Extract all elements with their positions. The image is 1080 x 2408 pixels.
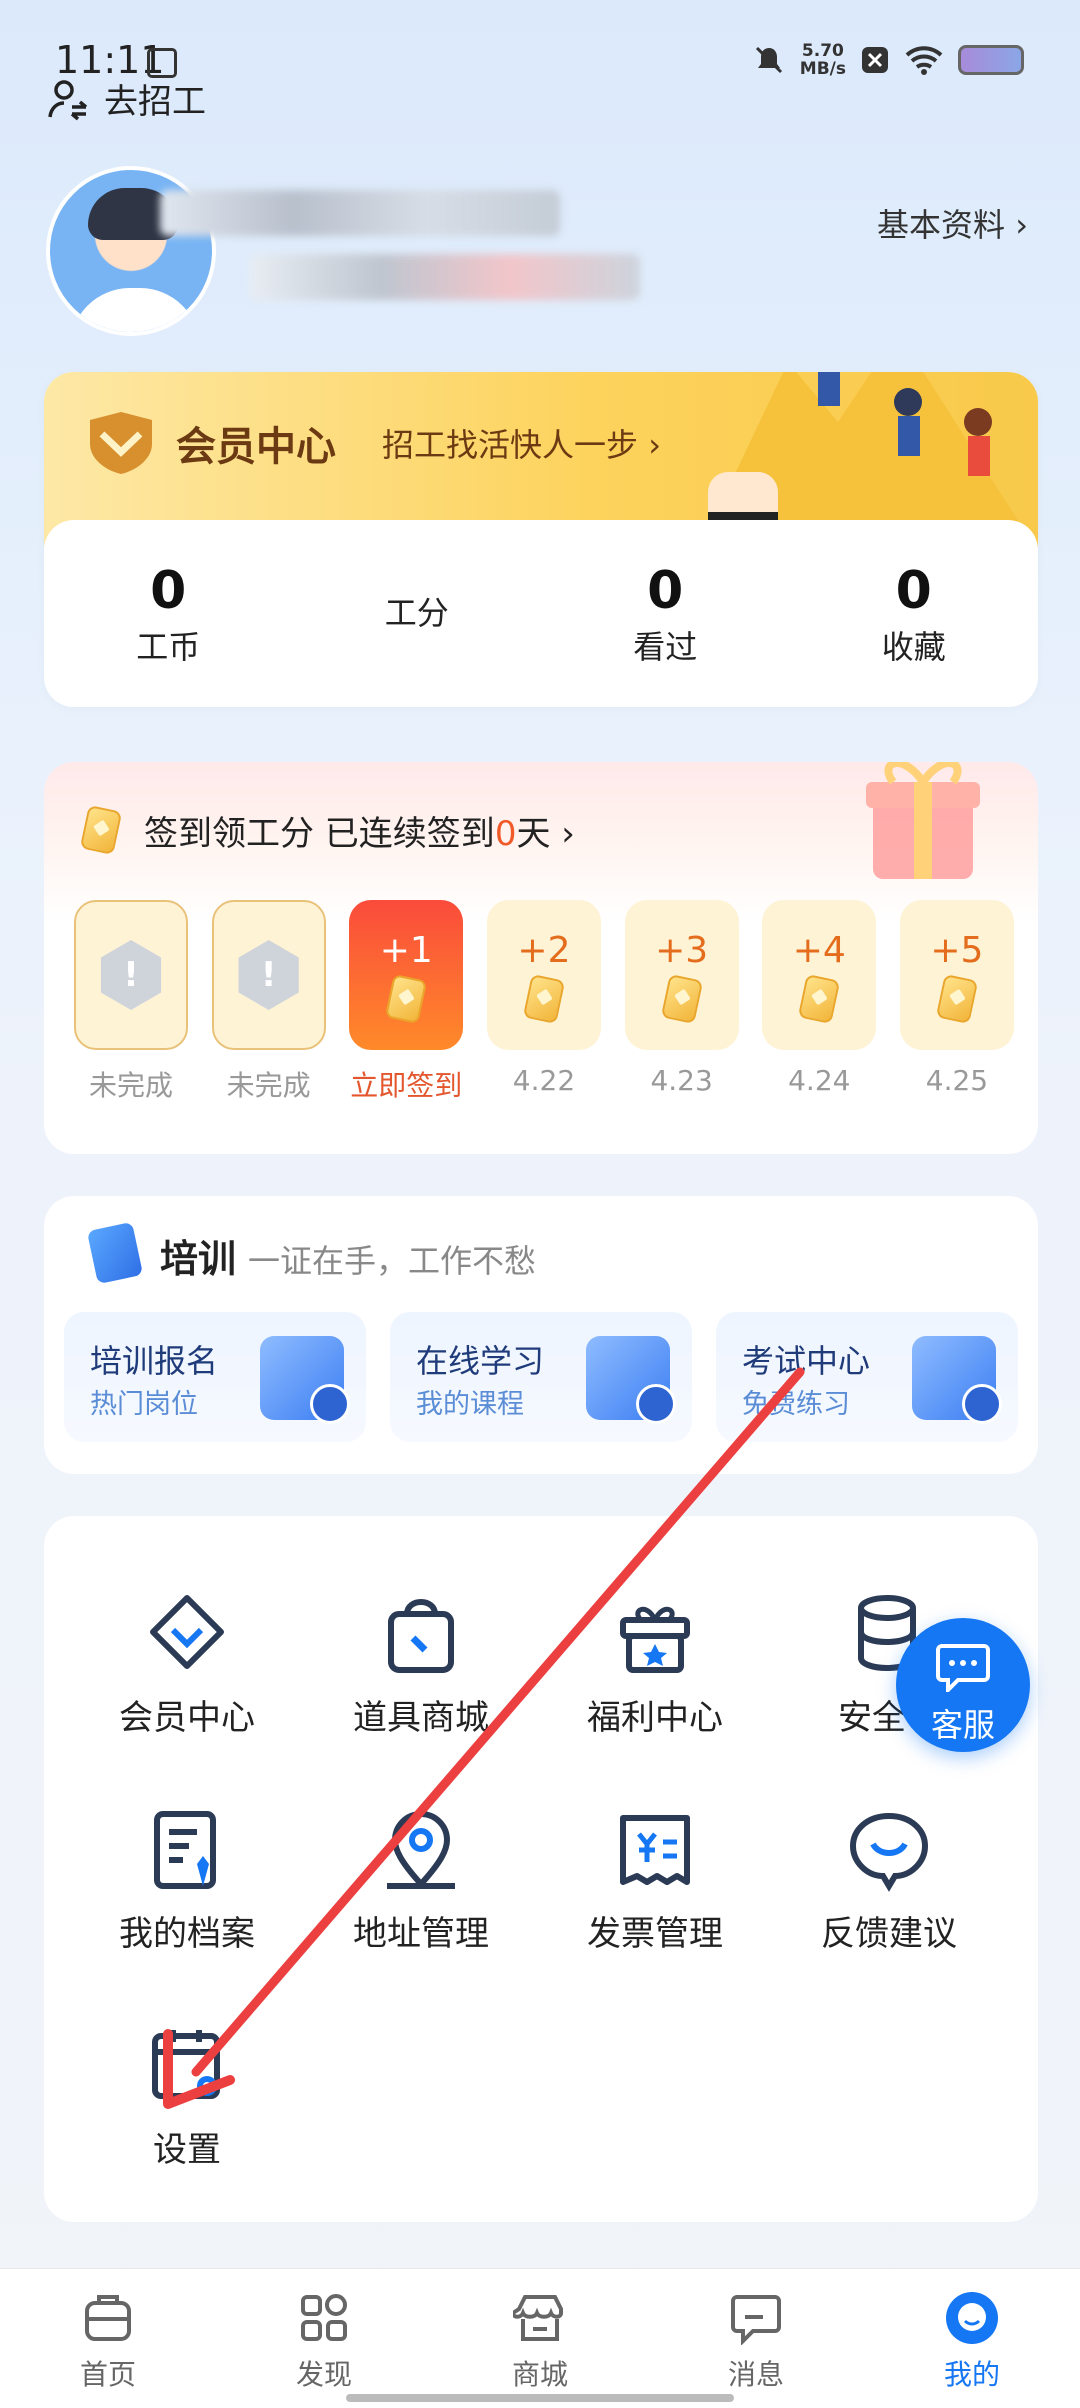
- battery-icon: [958, 45, 1024, 75]
- checkin-title[interactable]: 签到领工分 已连续签到0天 ›: [144, 806, 575, 855]
- coin-icon: [522, 973, 566, 1024]
- checkin-day-5: +3 4.23: [624, 900, 739, 1104]
- switch-user-icon: [48, 79, 88, 120]
- diamond-icon: [150, 1595, 224, 1669]
- book-icon: [86, 1221, 144, 1285]
- coin-icon: [660, 973, 703, 1024]
- mute-bell-icon: [755, 46, 782, 74]
- coin-icon: [935, 973, 979, 1024]
- nav-discover[interactable]: 发现: [216, 2269, 432, 2408]
- tools-grid: 会员中心 道具商城 福利中心 安全中 我的档案 地址管理 发票管理 反馈建议 设…: [44, 1516, 1038, 2222]
- stat-points[interactable]: 工分: [293, 520, 542, 707]
- checkin-day-6: +4 4.24: [762, 900, 877, 1104]
- tool-feedback[interactable]: 反馈建议: [774, 1808, 1004, 1955]
- warning-hex-icon: !: [238, 940, 299, 1010]
- store-icon: [513, 2295, 563, 2341]
- home-indicator[interactable]: [346, 2394, 734, 2402]
- home-icon: [85, 2295, 131, 2341]
- member-shield-icon: [90, 412, 152, 474]
- checkin-day-1: ! 未完成: [74, 900, 188, 1104]
- nav-home[interactable]: 首页: [0, 2269, 216, 2408]
- grid-icon: [301, 2294, 347, 2341]
- user-name-redacted: [160, 190, 560, 236]
- checkin-today-button[interactable]: +1 立即签到: [349, 900, 464, 1104]
- tool-address-management[interactable]: 地址管理: [306, 1808, 536, 1955]
- training-signup-button[interactable]: 培训报名 热门岗位: [64, 1312, 366, 1442]
- folder-star-icon: [260, 1336, 350, 1424]
- member-title: 会员中心: [176, 424, 336, 470]
- go-recruit-label: 去招工: [104, 82, 206, 122]
- checkin-card: 签到领工分 已连续签到0天 › ! 未完成 ! 未完成 +1 立即签到 +2 4…: [44, 762, 1038, 1154]
- stat-viewed[interactable]: 0 看过: [541, 520, 790, 707]
- tool-invoice-management[interactable]: 发票管理: [540, 1808, 770, 1955]
- member-subtitle: 招工找活快人一步 ›: [382, 426, 661, 464]
- member-card: 会员中心 招工找活快人一步 › 0 工币 工分 0 看过 0 收藏: [44, 372, 1038, 707]
- status-icons: 5.70 MB/s: [752, 42, 1024, 78]
- online-learning-button[interactable]: 在线学习 我的课程: [390, 1312, 692, 1442]
- shopping-bag-icon: [388, 1599, 454, 1673]
- feedback-bubble-icon: [849, 1812, 929, 1892]
- exam-center-button[interactable]: 考试中心 免费练习: [716, 1312, 1018, 1442]
- tool-settings[interactable]: 设置: [72, 2024, 302, 2171]
- coin-icon: [798, 973, 841, 1024]
- bottom-nav: 首页 发现 商城 消息 我的: [0, 2268, 1080, 2408]
- coin-icon: [79, 804, 123, 856]
- nav-mine[interactable]: 我的: [864, 2269, 1080, 2408]
- network-speed: 5.70 MB/s: [799, 41, 846, 79]
- tool-item-mall[interactable]: 道具商城: [306, 1592, 536, 1739]
- training-subtitle: 一证在手，工作不愁: [248, 1242, 537, 1280]
- user-phone-redacted: [250, 254, 640, 300]
- checkin-day-4: +2 4.22: [486, 900, 601, 1104]
- video-course-icon: [586, 1336, 676, 1424]
- basic-info-link[interactable]: 基本资料 ›: [877, 200, 1028, 246]
- tool-my-profile[interactable]: 我的档案: [72, 1808, 302, 1955]
- settings-icon: [152, 2030, 220, 2099]
- profile-icon: [946, 2292, 998, 2344]
- checkin-day-2: ! 未完成: [211, 900, 326, 1104]
- warning-hex-icon: !: [100, 940, 162, 1010]
- checkin-days: ! 未完成 ! 未完成 +1 立即签到 +2 4.22 +3 4.23 +4 4…: [74, 900, 1014, 1104]
- stat-favorites[interactable]: 0 收藏: [790, 520, 1039, 707]
- gift-icon: [620, 1606, 690, 1673]
- customer-service-button[interactable]: 客服: [896, 1618, 1030, 1752]
- chevron-right-icon: ›: [1015, 206, 1028, 244]
- training-card: 培训 一证在手，工作不愁 培训报名 热门岗位 在线学习 我的课程 考试中心 免费练习: [44, 1196, 1038, 1474]
- gift-box-icon: [866, 762, 980, 879]
- wifi-icon: [905, 46, 943, 75]
- profile-document-icon: [154, 1811, 216, 1889]
- invoice-icon: [620, 1815, 690, 1885]
- message-icon: [731, 2295, 781, 2345]
- chat-bubble-icon: [936, 1644, 990, 1692]
- tool-member-center[interactable]: 会员中心: [72, 1592, 302, 1739]
- id-card-icon: [912, 1336, 1002, 1424]
- close-box-icon: [862, 47, 888, 73]
- go-recruit-link[interactable]: 去招工: [46, 74, 206, 123]
- checkin-day-7: +5 4.25: [899, 900, 1014, 1104]
- coin-icon: [385, 973, 428, 1024]
- stat-coins[interactable]: 0 工币: [44, 520, 293, 707]
- tool-welfare-center[interactable]: 福利中心: [540, 1592, 770, 1739]
- nav-messages[interactable]: 消息: [648, 2269, 864, 2408]
- nav-mall[interactable]: 商城: [432, 2269, 648, 2408]
- training-title: 培训: [160, 1237, 237, 1281]
- stats-row: 0 工币 工分 0 看过 0 收藏: [44, 520, 1038, 707]
- location-pin-icon: [387, 1811, 455, 1889]
